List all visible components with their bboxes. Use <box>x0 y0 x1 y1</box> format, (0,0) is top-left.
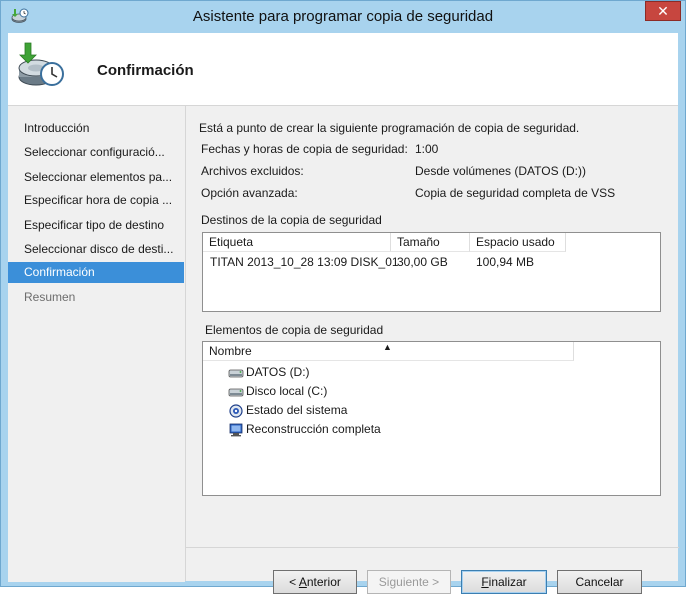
field-value-opcion: Copia de seguridad completa de VSS <box>415 186 616 200</box>
destination-cell-tamano[interactable]: 30,00 GB <box>397 255 448 269</box>
wizard-main-panel: Está a punto de crear la siguiente progr… <box>185 105 679 594</box>
sidebar-item-configuracion[interactable]: Seleccionar configuració... <box>8 142 184 163</box>
item-label: Disco local (C:) <box>246 384 328 398</box>
wizard-client: Confirmación Introducción Seleccionar co… <box>8 33 679 594</box>
field-label-excluidos: Archivos excluidos: <box>201 164 304 178</box>
drive-icon <box>228 388 244 397</box>
sidebar-item-disco-destino[interactable]: Seleccionar disco de desti... <box>8 239 184 260</box>
system-state-icon <box>229 404 243 418</box>
field-value-fechas: 1:00 <box>415 142 439 156</box>
item-label: DATOS (D:) <box>246 365 310 379</box>
list-item[interactable]: Estado del sistema <box>228 401 347 420</box>
drive-icon <box>228 369 244 378</box>
wizard-steps-sidebar: Introducción Seleccionar configuració...… <box>8 105 185 582</box>
column-nombre[interactable]: Nombre ▲ <box>203 342 574 361</box>
footer-divider <box>186 547 679 548</box>
column-nombre-label: Nombre <box>209 344 252 358</box>
column-espacio-usado[interactable]: Espacio usado <box>470 233 566 252</box>
field-label-fechas: Fechas y horas de copia de seguridad: <box>201 142 408 156</box>
sort-ascending-icon: ▲ <box>383 342 392 352</box>
list-item[interactable]: Reconstrucción completa <box>228 420 381 439</box>
sidebar-item-resumen: Resumen <box>24 290 76 304</box>
sidebar-item-confirmacion[interactable]: Confirmación <box>8 262 184 283</box>
title-bar[interactable]: Asistente para programar copia de seguri… <box>1 1 685 33</box>
intro-text: Está a punto de crear la siguiente progr… <box>199 121 580 135</box>
back-button[interactable]: < Anterior <box>273 570 357 594</box>
sidebar-item-introduccion[interactable]: Introducción <box>8 118 184 139</box>
backup-schedule-icon <box>18 42 64 86</box>
items-title: Elementos de copia de seguridad <box>205 323 384 337</box>
item-label: Reconstrucción completa <box>246 422 381 436</box>
page-title: Confirmación <box>97 62 194 79</box>
cancel-button[interactable]: Cancelar <box>557 570 642 594</box>
sidebar-item-elementos[interactable]: Seleccionar elementos pa... <box>8 167 184 188</box>
column-etiqueta[interactable]: Etiqueta <box>203 233 391 252</box>
window-title: Asistente para programar copia de seguri… <box>192 8 494 25</box>
item-label: Estado del sistema <box>246 403 348 417</box>
destination-cell-espacio[interactable]: 100,94 MB <box>476 255 534 269</box>
destinations-list[interactable]: Etiqueta Tamaño Espacio usado TITAN 2013… <box>202 232 661 312</box>
field-label-opcion: Opción avanzada: <box>201 186 298 200</box>
list-item[interactable]: Disco local (C:) <box>228 382 327 401</box>
close-button[interactable]: ✕ <box>645 1 681 21</box>
bare-metal-recovery-icon <box>229 423 243 437</box>
field-value-excluidos: Desde volúmenes (DATOS (D:)) <box>415 164 586 178</box>
destinations-title: Destinos de la copia de seguridad <box>201 213 382 227</box>
backup-items-list[interactable]: Nombre ▲ DATOS (D:) Disco local (C:) Est… <box>202 341 661 496</box>
column-tamano[interactable]: Tamaño <box>391 233 470 252</box>
next-button: Siguiente > <box>367 570 451 594</box>
list-item[interactable]: DATOS (D:) <box>228 363 310 382</box>
finish-button[interactable]: Finalizar <box>461 570 547 594</box>
destination-cell-etiqueta[interactable]: TITAN 2013_10_28 13:09 DISK_01 <box>210 255 399 269</box>
sidebar-item-tipo-destino[interactable]: Especificar tipo de destino <box>8 215 184 236</box>
sidebar-item-hora[interactable]: Especificar hora de copia ... <box>8 190 184 211</box>
wizard-header: Confirmación <box>8 33 678 105</box>
wizard-window: Asistente para programar copia de seguri… <box>0 0 686 594</box>
